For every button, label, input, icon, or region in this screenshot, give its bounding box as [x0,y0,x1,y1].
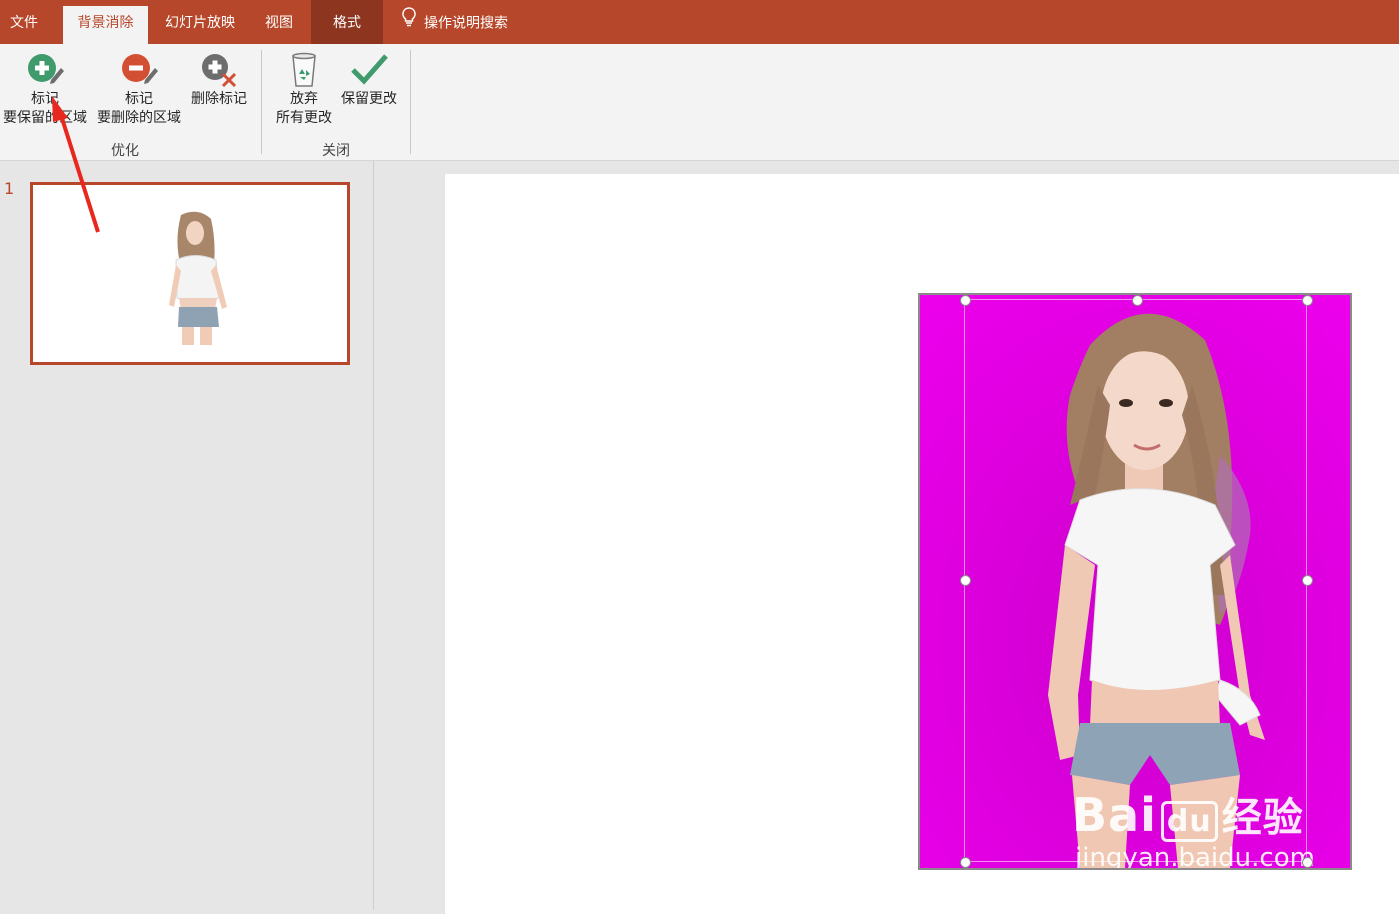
slide-thumbnail-pane: 1 [0,161,374,910]
ribbon: 标记 要保留的区域 标记 要删除的区域 删除标记 优化 放弃 所有更改 保留更改… [0,44,1399,161]
tab-file[interactable]: 文件 [0,6,48,44]
tab-view[interactable]: 视图 [254,6,304,44]
recycle-bin-icon [270,50,338,90]
slide-number: 1 [4,179,15,198]
mark-areas-to-remove-button[interactable]: 标记 要删除的区域 [93,50,185,128]
tell-me-label: 操作说明搜索 [424,15,508,32]
mark-remove-line2: 要删除的区域 [97,110,181,126]
resize-handle[interactable] [960,857,971,868]
minus-pencil-icon [93,50,185,90]
delete-mark-icon [186,50,252,90]
resize-handle[interactable] [1302,295,1313,306]
group-divider [410,50,411,154]
thumbnail-person-image [169,211,227,345]
tab-format[interactable]: 格式 [311,0,383,44]
keep-changes-label: 保留更改 [341,91,397,107]
mark-keep-line2: 要保留的区域 [3,110,87,126]
delete-mark-button[interactable]: 删除标记 [186,50,252,109]
tab-slideshow[interactable]: 幻灯片放映 [155,6,245,44]
keep-region-marquee[interactable] [964,299,1307,862]
tell-me-search[interactable]: 操作说明搜索 [400,6,540,44]
mark-remove-line1: 标记 [125,91,153,107]
resize-handle[interactable] [960,295,971,306]
discard-all-changes-button[interactable]: 放弃 所有更改 [270,50,338,128]
delete-mark-label: 删除标记 [191,91,247,107]
resize-handle[interactable] [1302,575,1313,586]
lightbulb-icon [400,6,418,41]
group-divider [261,50,262,154]
resize-handle[interactable] [1302,857,1313,868]
close-group-label: 关闭 [322,143,350,159]
refine-group-label: 优化 [111,143,139,159]
discard-line2: 所有更改 [276,110,332,126]
plus-pencil-icon [0,50,90,90]
checkmark-icon [336,50,402,90]
resize-handle[interactable] [960,575,971,586]
discard-line1: 放弃 [290,91,318,107]
ribbon-tab-bar: 文件 背景消除 幻灯片放映 视图 格式 操作说明搜索 [0,0,1399,44]
mark-areas-to-keep-button[interactable]: 标记 要保留的区域 [0,50,90,128]
resize-handle[interactable] [1132,295,1143,306]
tab-background-removal[interactable]: 背景消除 [63,6,148,44]
keep-changes-button[interactable]: 保留更改 [336,50,402,109]
mark-keep-line1: 标记 [31,91,59,107]
slide-thumbnail[interactable] [30,182,350,365]
